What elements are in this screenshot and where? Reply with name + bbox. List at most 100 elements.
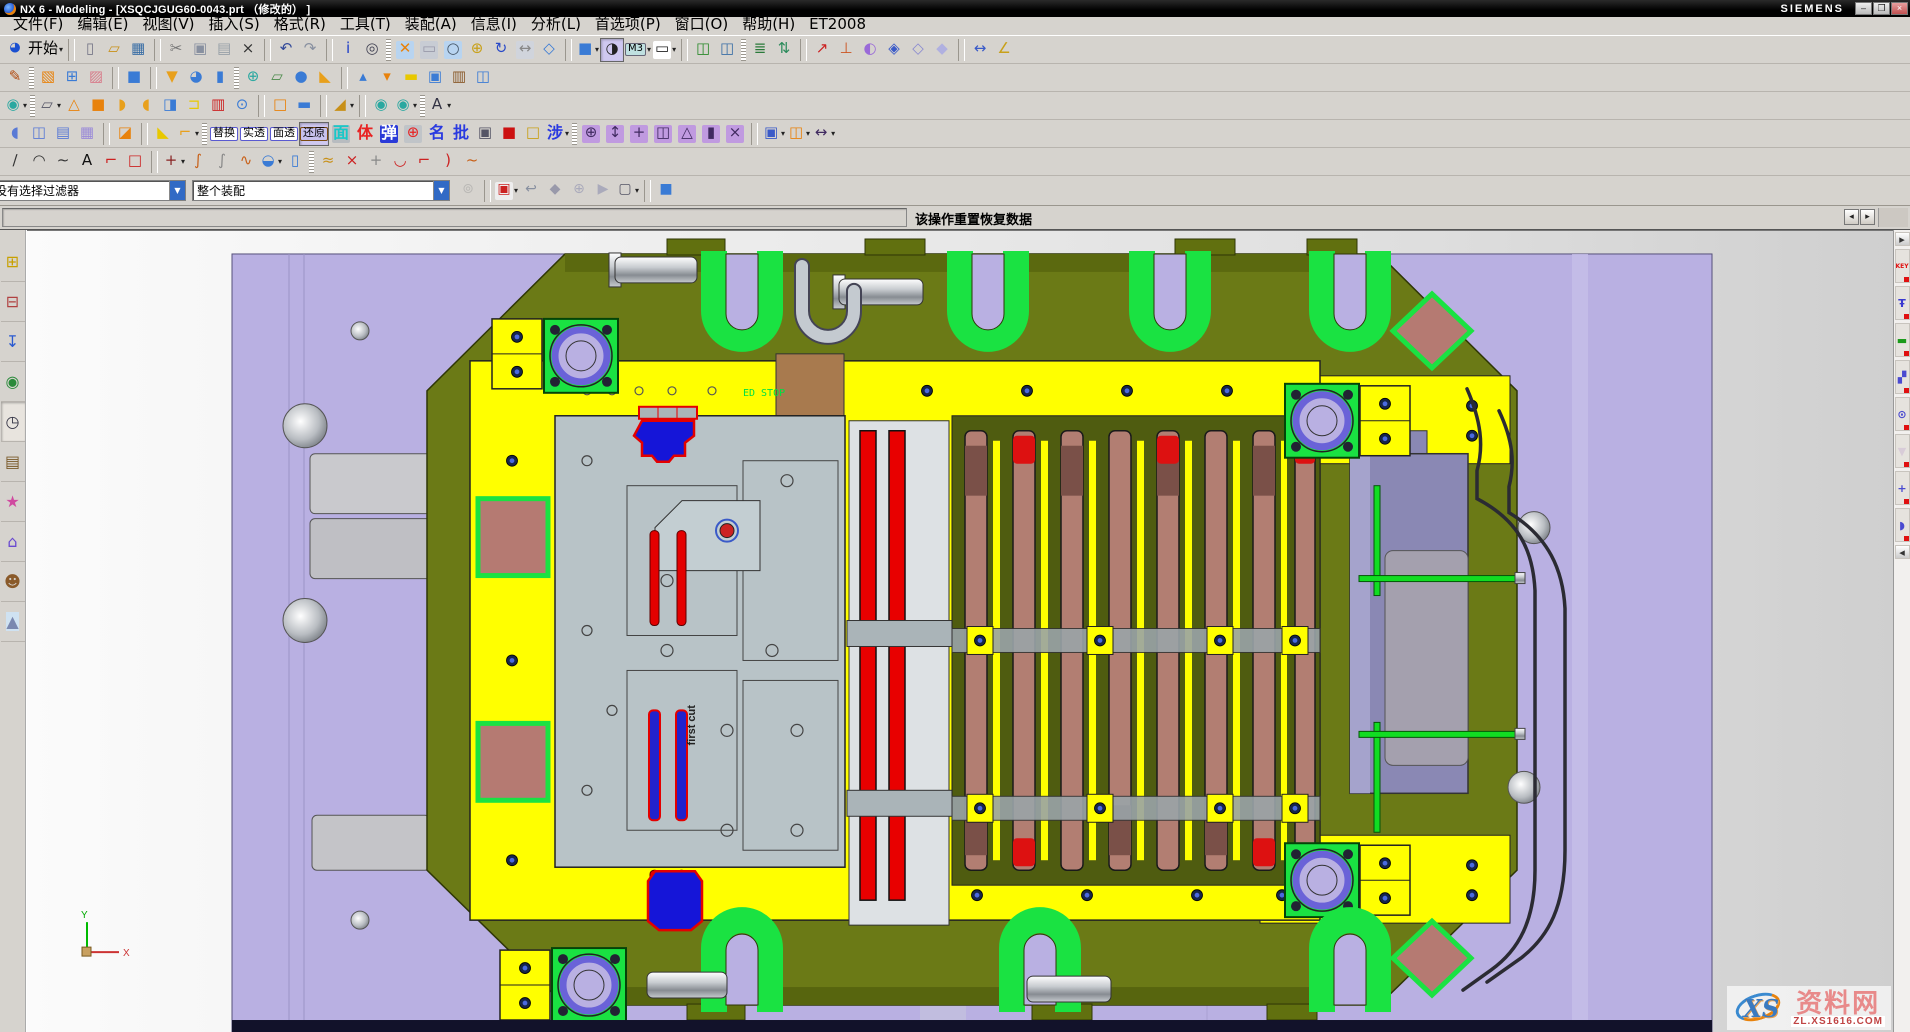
dropdown-arrow[interactable]: ▾ (781, 129, 785, 138)
cylinder-icon[interactable]: ▮ (208, 66, 232, 90)
undo-icon[interactable]: ↶ (274, 38, 298, 62)
fold-surface-icon[interactable]: ◪ (113, 122, 137, 146)
rendering-style-icon[interactable]: ◑ (600, 38, 624, 62)
groove-icon[interactable]: ◫ (471, 66, 495, 90)
dropdown-arrow[interactable]: ▾ (413, 101, 417, 110)
bracket-part-icon[interactable]: ▞ (1895, 360, 1910, 394)
revolve-table-icon[interactable]: ▼ (160, 66, 184, 90)
rectangle-icon[interactable]: □ (123, 150, 147, 174)
nx-app-icon[interactable] (4, 3, 16, 15)
measure-distance-icon[interactable]: ↔ (968, 38, 992, 62)
new-file-icon[interactable]: ▯ (78, 38, 102, 62)
lift-component-icon[interactable]: ↕ (603, 122, 627, 146)
hole-icon[interactable]: ⊙ (230, 94, 254, 118)
scoop-icon[interactable]: ◗ (110, 94, 134, 118)
maximize-button[interactable]: ❐ (1873, 2, 1890, 15)
groups-icon[interactable]: ☻ (1, 562, 25, 602)
close-button[interactable]: × (1891, 2, 1908, 15)
information-icon[interactable]: i (336, 38, 360, 62)
mate-component-icon[interactable]: ◫ (651, 122, 675, 146)
key-part-icon[interactable]: KEY (1895, 249, 1910, 283)
roles-icon[interactable]: ★ (1, 482, 25, 522)
rotate-point-icon[interactable]: ⊕ (567, 179, 591, 203)
scoop2-icon[interactable]: ◖ (134, 94, 158, 118)
datum-plane-icon[interactable]: ▱ (265, 66, 289, 90)
edit-curve-icon[interactable]: ≈ (316, 150, 340, 174)
system-scenes-icon[interactable]: ⌂ (1, 522, 25, 562)
pocket-icon[interactable]: ▾ (375, 66, 399, 90)
delete-icon[interactable]: × (236, 38, 260, 62)
replace-button[interactable]: 替换 (209, 122, 239, 146)
menu-help[interactable]: 帮助(H) (735, 18, 802, 35)
search-icon[interactable]: ◎ (360, 38, 384, 62)
scoop-component-icon[interactable]: △ (675, 122, 699, 146)
tube-icon[interactable]: ▯ (283, 150, 307, 174)
constraint-navigator-icon[interactable]: ⊟ (1, 282, 25, 322)
history-icon[interactable]: ◷ (1, 402, 25, 442)
dropdown-arrow[interactable]: ▾ (447, 101, 451, 110)
pan-icon[interactable]: ↔ (513, 38, 537, 62)
bend-icon[interactable]: ◣ (151, 122, 175, 146)
part-navigator-icon[interactable]: ↧ (1, 322, 25, 362)
wcs-orient-icon[interactable]: ⊥ (834, 38, 858, 62)
intersection-curve-icon[interactable]: ∿ (234, 150, 258, 174)
divide-curve-icon[interactable]: + (364, 150, 388, 174)
dropdown-arrow[interactable]: ▾ (806, 129, 810, 138)
menu-view[interactable]: 视图(V) (136, 18, 202, 35)
chevron-down-icon[interactable]: ▼ (169, 181, 185, 200)
unite-striped-icon[interactable]: ▥ (206, 94, 230, 118)
bolt-part-icon[interactable]: Ŧ (1895, 286, 1910, 320)
open-icon[interactable]: ▱ (102, 38, 126, 62)
scroll-right-button[interactable]: ▸ (1860, 209, 1875, 225)
dropdown-arrow[interactable]: ▾ (195, 129, 199, 138)
fillet-curve-icon[interactable]: ◡ (388, 150, 412, 174)
punch-part-icon[interactable]: ▼ (1895, 434, 1910, 468)
menu-file[interactable]: 文件(F) (6, 18, 70, 35)
menu-information[interactable]: 信息(I) (464, 18, 524, 35)
solid-transparent-button[interactable]: 实透 (239, 122, 269, 146)
view-m3-button[interactable]: M3▾ (624, 38, 652, 62)
copy-py-icon[interactable]: ▣ (473, 122, 497, 146)
emboss-icon[interactable]: ▣ (423, 66, 447, 90)
datum-vector-icon[interactable]: ↗ (810, 38, 834, 62)
cube-pair-icon[interactable]: ◫▾ (786, 122, 811, 146)
instance-feature-icon[interactable]: ◉▾ (3, 94, 28, 118)
dropdown-arrow[interactable]: ▾ (350, 101, 354, 110)
menu-tools[interactable]: 工具(T) (333, 18, 398, 35)
bushing-part-icon[interactable]: ▬ (1895, 323, 1910, 357)
elbow-part-icon[interactable]: ◗ (1895, 508, 1910, 542)
dropdown-arrow[interactable]: ▾ (635, 186, 639, 195)
stretch-curve-icon[interactable]: ) (436, 150, 460, 174)
pad-icon[interactable]: ▬ (399, 66, 423, 90)
cube-measure-icon[interactable]: ↔▾ (811, 122, 836, 146)
line-icon[interactable]: ∕ (3, 150, 27, 174)
blend-icon[interactable]: ◉ (369, 94, 393, 118)
fitting-part-icon[interactable]: + (1895, 471, 1910, 505)
minimize-button[interactable]: – (1855, 2, 1872, 15)
drag-component-icon[interactable]: + (627, 122, 651, 146)
menu-analysis[interactable]: 分析(L) (524, 18, 588, 35)
assembly-navigator-icon[interactable]: ⊞ (1, 242, 25, 282)
expand-panel-button[interactable]: ▸ (1895, 232, 1910, 246)
hand-icon[interactable]: ▶ (591, 179, 615, 203)
she-char-button[interactable]: 涉▾ (545, 122, 570, 146)
save-icon[interactable]: ▦ (126, 38, 150, 62)
dropdown-arrow[interactable]: ▾ (514, 186, 518, 195)
dropdown-arrow[interactable]: ▾ (57, 101, 61, 110)
spring-char-button[interactable]: 弹 (377, 122, 401, 146)
glass-cube-icon[interactable]: □ (521, 122, 545, 146)
dropdown-arrow[interactable]: ▾ (23, 101, 27, 110)
cylinder-component-icon[interactable]: ▮ (699, 122, 723, 146)
spline-icon[interactable]: ∼ (51, 150, 75, 174)
dropdown-arrow[interactable]: ▾ (831, 129, 835, 138)
copy-paste-cube-icon[interactable]: ▣▾ (761, 122, 786, 146)
datum-plane-grid-icon[interactable]: ▱▾ (37, 94, 62, 118)
profile-icon[interactable]: ⌐ (99, 150, 123, 174)
extrude-cage-icon[interactable]: ▧ (36, 66, 60, 90)
layer-settings-icon[interactable]: ≣ (748, 38, 772, 62)
sphere-icon[interactable]: ● (289, 66, 313, 90)
shell-icon[interactable]: □ (268, 94, 292, 118)
curve-length-icon[interactable]: ~ (460, 150, 484, 174)
graphics-window[interactable]: ED STOP (27, 230, 1893, 1032)
unite-icon[interactable]: ■ (86, 94, 110, 118)
